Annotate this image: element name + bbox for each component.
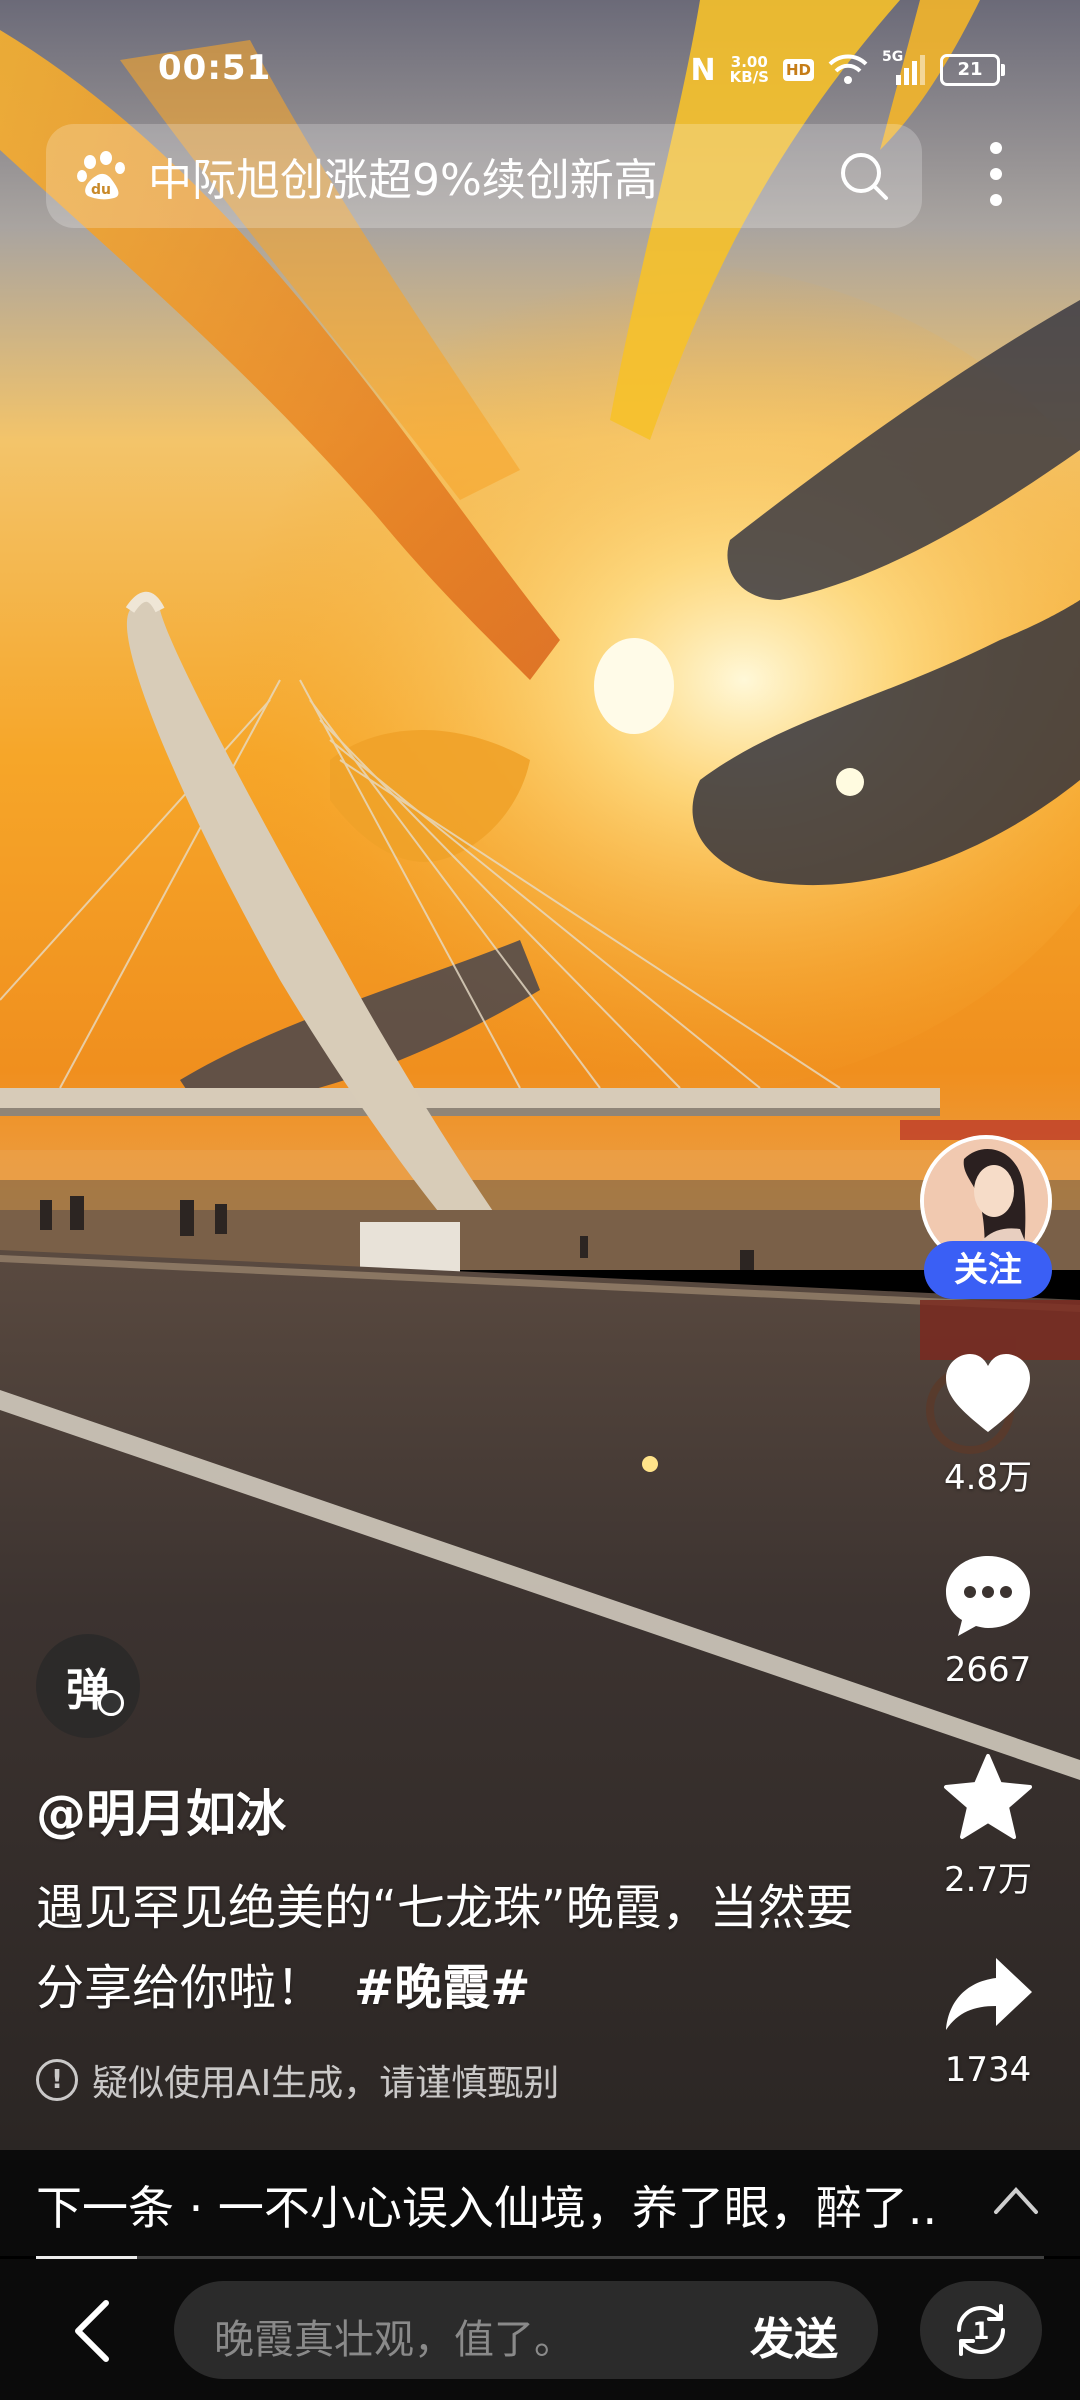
chevron-up-icon[interactable] — [990, 2180, 1042, 2220]
search-query: 中际旭创涨超9%续创新高 — [148, 155, 658, 206]
ai-notice-text: 疑似使用AI生成，请谨慎甄别 — [92, 2063, 560, 2104]
like-action[interactable]: 4.8万 — [925, 1348, 1051, 1499]
playlist-button[interactable]: 1 — [920, 2281, 1042, 2379]
ai-content-notice: ! 疑似使用AI生成，请谨慎甄别 — [36, 2054, 559, 2106]
comment-count: 2667 — [944, 1650, 1032, 1690]
cellular-signal: 5G — [882, 49, 926, 87]
author-avatar-group[interactable]: 关注 — [920, 1135, 1056, 1299]
follow-button[interactable]: 关注 — [924, 1241, 1052, 1299]
bottom-bar: 晚霞真壮观，值了。 发送 1 — [0, 2259, 1080, 2400]
warning-icon: ! — [36, 2059, 78, 2101]
more-options-icon[interactable] — [978, 138, 1014, 210]
battery-icon: 21 — [940, 54, 1005, 86]
network-speed-unit: KB/S — [729, 68, 769, 86]
status-bar: 00:51 N 3.00 KB/S HD 5G 21 — [0, 0, 1080, 110]
send-button[interactable]: 发送 — [750, 2303, 838, 2367]
video-screen: 00:51 N 3.00 KB/S HD 5G 21 du 中际旭创涨超9%续创… — [0, 0, 1080, 2400]
hd-icon: HD — [782, 59, 814, 81]
nfc-icon: N — [690, 52, 716, 88]
signal-icon — [896, 55, 925, 85]
baidu-paw-icon: du — [77, 151, 125, 200]
svg-text:du: du — [91, 182, 111, 198]
hashtag-link[interactable]: #晚霞# — [354, 1960, 530, 2016]
search-icon[interactable] — [836, 148, 892, 204]
playlist-badge: 1 — [973, 2317, 990, 2345]
status-icons: N 3.00 KB/S HD 5G 21 — [690, 49, 1005, 90]
comment-bubble-icon[interactable] — [940, 1548, 1036, 1644]
comment-input[interactable]: 晚霞真壮观，值了。 发送 — [174, 2281, 878, 2379]
search-bar[interactable]: du 中际旭创涨超9%续创新高 — [46, 124, 922, 228]
back-arrow-icon[interactable] — [62, 2291, 122, 2371]
network-speed: 3.00 KB/S — [730, 55, 769, 85]
next-video-title: 下一条 · 一不小心误入仙境，养了眼，醉了... — [36, 2181, 936, 2235]
wifi-icon — [828, 54, 868, 84]
replay-count-icon: 1 — [957, 2304, 1005, 2356]
danmaku-toggle-button[interactable]: 弹 — [36, 1634, 140, 1738]
author-name[interactable]: @明月如冰 — [36, 1774, 286, 1846]
favorite-count: 2.7万 — [943, 1860, 1033, 1900]
post-caption: 遇见罕见绝美的“七龙珠”晚霞，当然要分享给你啦！ #晚霞# — [36, 1868, 886, 2028]
share-arrow-icon[interactable] — [940, 1948, 1036, 2044]
share-action[interactable]: 1734 — [925, 1948, 1051, 2090]
comment-placeholder: 晚霞真壮观，值了。 — [214, 2317, 574, 2363]
like-count: 4.8万 — [943, 1458, 1033, 1498]
next-video-bar[interactable]: 下一条 · 一不小心误入仙境，养了眼，醉了... — [0, 2150, 1080, 2256]
favorite-action[interactable]: 2.7万 — [925, 1750, 1051, 1901]
status-time: 00:51 — [158, 48, 272, 88]
star-icon[interactable] — [940, 1750, 1036, 1846]
danmaku-off-icon — [98, 1690, 124, 1716]
share-count: 1734 — [944, 2050, 1032, 2090]
heart-icon[interactable] — [940, 1348, 1036, 1444]
comment-action[interactable]: 2667 — [925, 1548, 1051, 1690]
